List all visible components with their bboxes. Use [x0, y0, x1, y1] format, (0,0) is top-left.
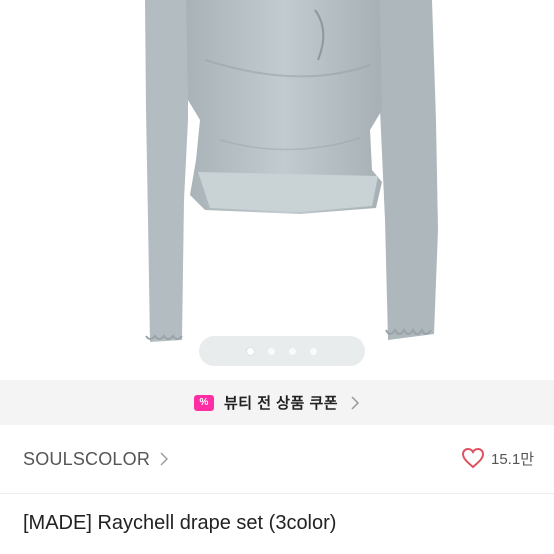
- pager-dot[interactable]: [247, 347, 254, 355]
- chevron-right-icon: [160, 452, 169, 466]
- coupon-ticket-icon: %: [193, 394, 214, 411]
- heart-icon: [461, 447, 485, 469]
- coupon-banner[interactable]: % 뷰티 전 상품 쿠폰: [0, 380, 554, 425]
- product-image[interactable]: [0, 0, 554, 380]
- pager-dot[interactable]: [268, 347, 275, 355]
- pager-dot[interactable]: [289, 347, 296, 355]
- like-count: 15.1만: [491, 450, 534, 468]
- coupon-label: 뷰티 전 상품 쿠폰: [223, 395, 339, 412]
- divider: [0, 493, 554, 494]
- like-button[interactable]: 15.1만: [461, 447, 534, 469]
- pager-dot[interactable]: [310, 347, 317, 355]
- brand-row: SOULSCOLOR 15.1만: [0, 425, 554, 493]
- brand-name-link[interactable]: SOULSCOLOR: [23, 449, 150, 470]
- product-photo-cardigan: [145, 0, 438, 342]
- product-title: [MADE] Raychell drape set (3color): [23, 512, 337, 534]
- image-pager[interactable]: [199, 336, 365, 366]
- chevron-right-icon: [351, 395, 360, 410]
